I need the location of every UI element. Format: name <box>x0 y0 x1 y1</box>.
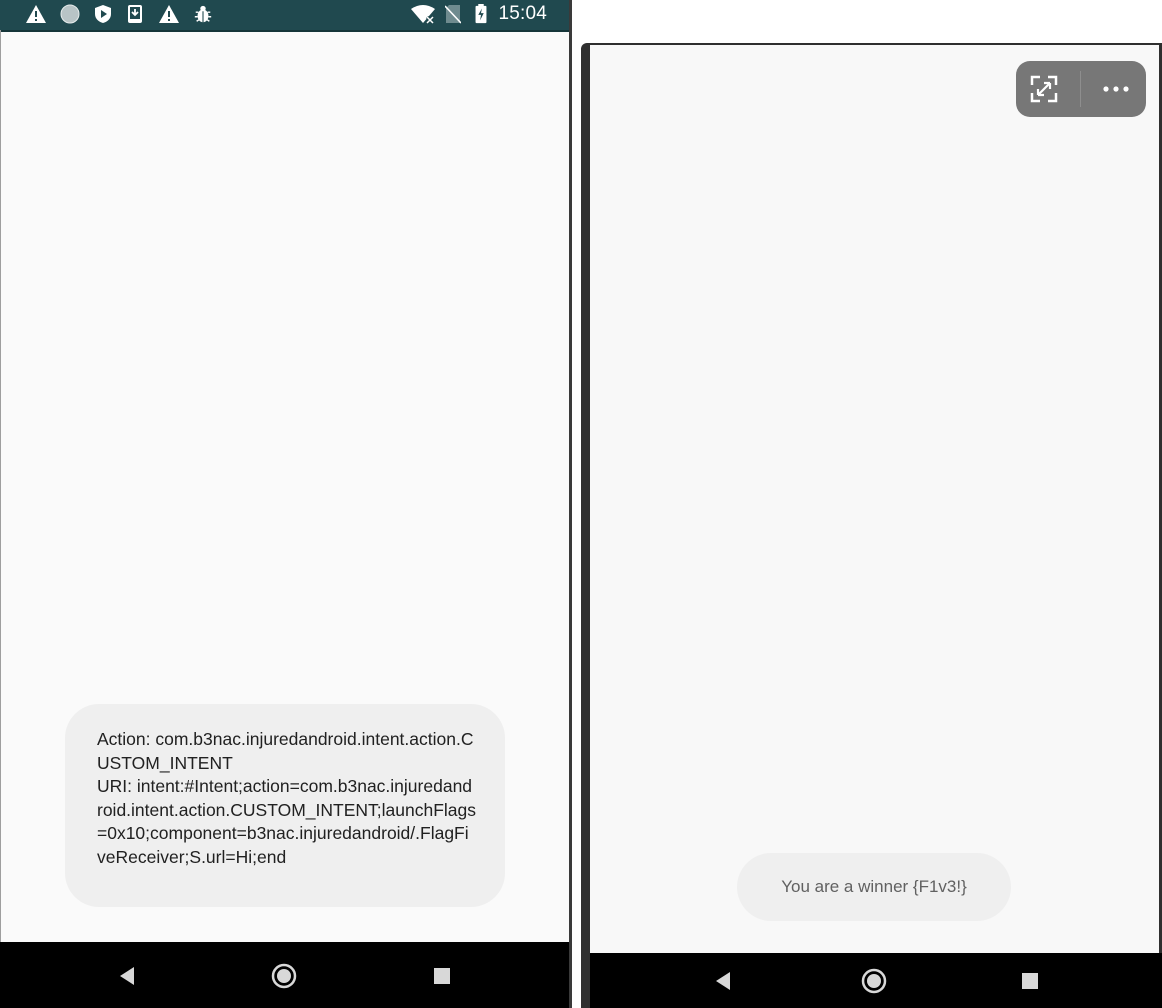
home-button[interactable] <box>858 965 890 997</box>
home-button[interactable] <box>268 960 300 992</box>
download-icon <box>128 5 142 23</box>
status-bar: 15:04 <box>0 0 569 32</box>
back-button[interactable] <box>111 960 143 992</box>
battery-charging-icon <box>475 4 487 24</box>
screen-edge <box>0 30 1 942</box>
winner-toast-text: You are a winner {F1v3!} <box>781 877 967 896</box>
right-phone-screen: You are a winner {F1v3!} <box>590 45 1159 953</box>
more-icon <box>1103 86 1129 92</box>
recents-button[interactable] <box>1014 965 1046 997</box>
right-phone-window: You are a winner {F1v3!} <box>581 43 1162 1008</box>
circle-icon <box>60 4 80 24</box>
wifi-off-icon <box>411 5 435 24</box>
recents-icon <box>434 968 450 984</box>
winner-toast: You are a winner {F1v3!} <box>737 853 1011 921</box>
intent-toast: Action: com.b3nac.injuredandroid.intent.… <box>65 704 505 907</box>
left-phone-screen: 15:04 Action: com.b3nac.injuredandroid.i… <box>0 0 572 1008</box>
back-icon <box>120 967 134 985</box>
expand-icon <box>1030 75 1058 103</box>
navigation-bar <box>0 942 569 1008</box>
warning-icon <box>26 5 46 23</box>
back-icon <box>716 972 730 990</box>
shield-icon <box>95 5 111 23</box>
status-time: 15:04 <box>498 3 547 24</box>
no-sim-icon <box>445 5 461 24</box>
recents-icon <box>1022 973 1038 989</box>
warning-icon <box>159 5 179 23</box>
recents-button[interactable] <box>426 960 458 992</box>
navigation-bar <box>590 953 1162 1008</box>
pip-controls <box>1016 61 1146 117</box>
device-frame-divider <box>569 0 572 1008</box>
pip-divider <box>1080 71 1081 107</box>
expand-button[interactable] <box>1028 73 1060 105</box>
back-button[interactable] <box>707 965 739 997</box>
home-icon <box>271 963 297 989</box>
intent-toast-text: Action: com.b3nac.injuredandroid.intent.… <box>97 729 476 867</box>
home-icon <box>861 968 887 994</box>
more-button[interactable] <box>1096 73 1136 105</box>
bug-icon <box>194 5 212 23</box>
